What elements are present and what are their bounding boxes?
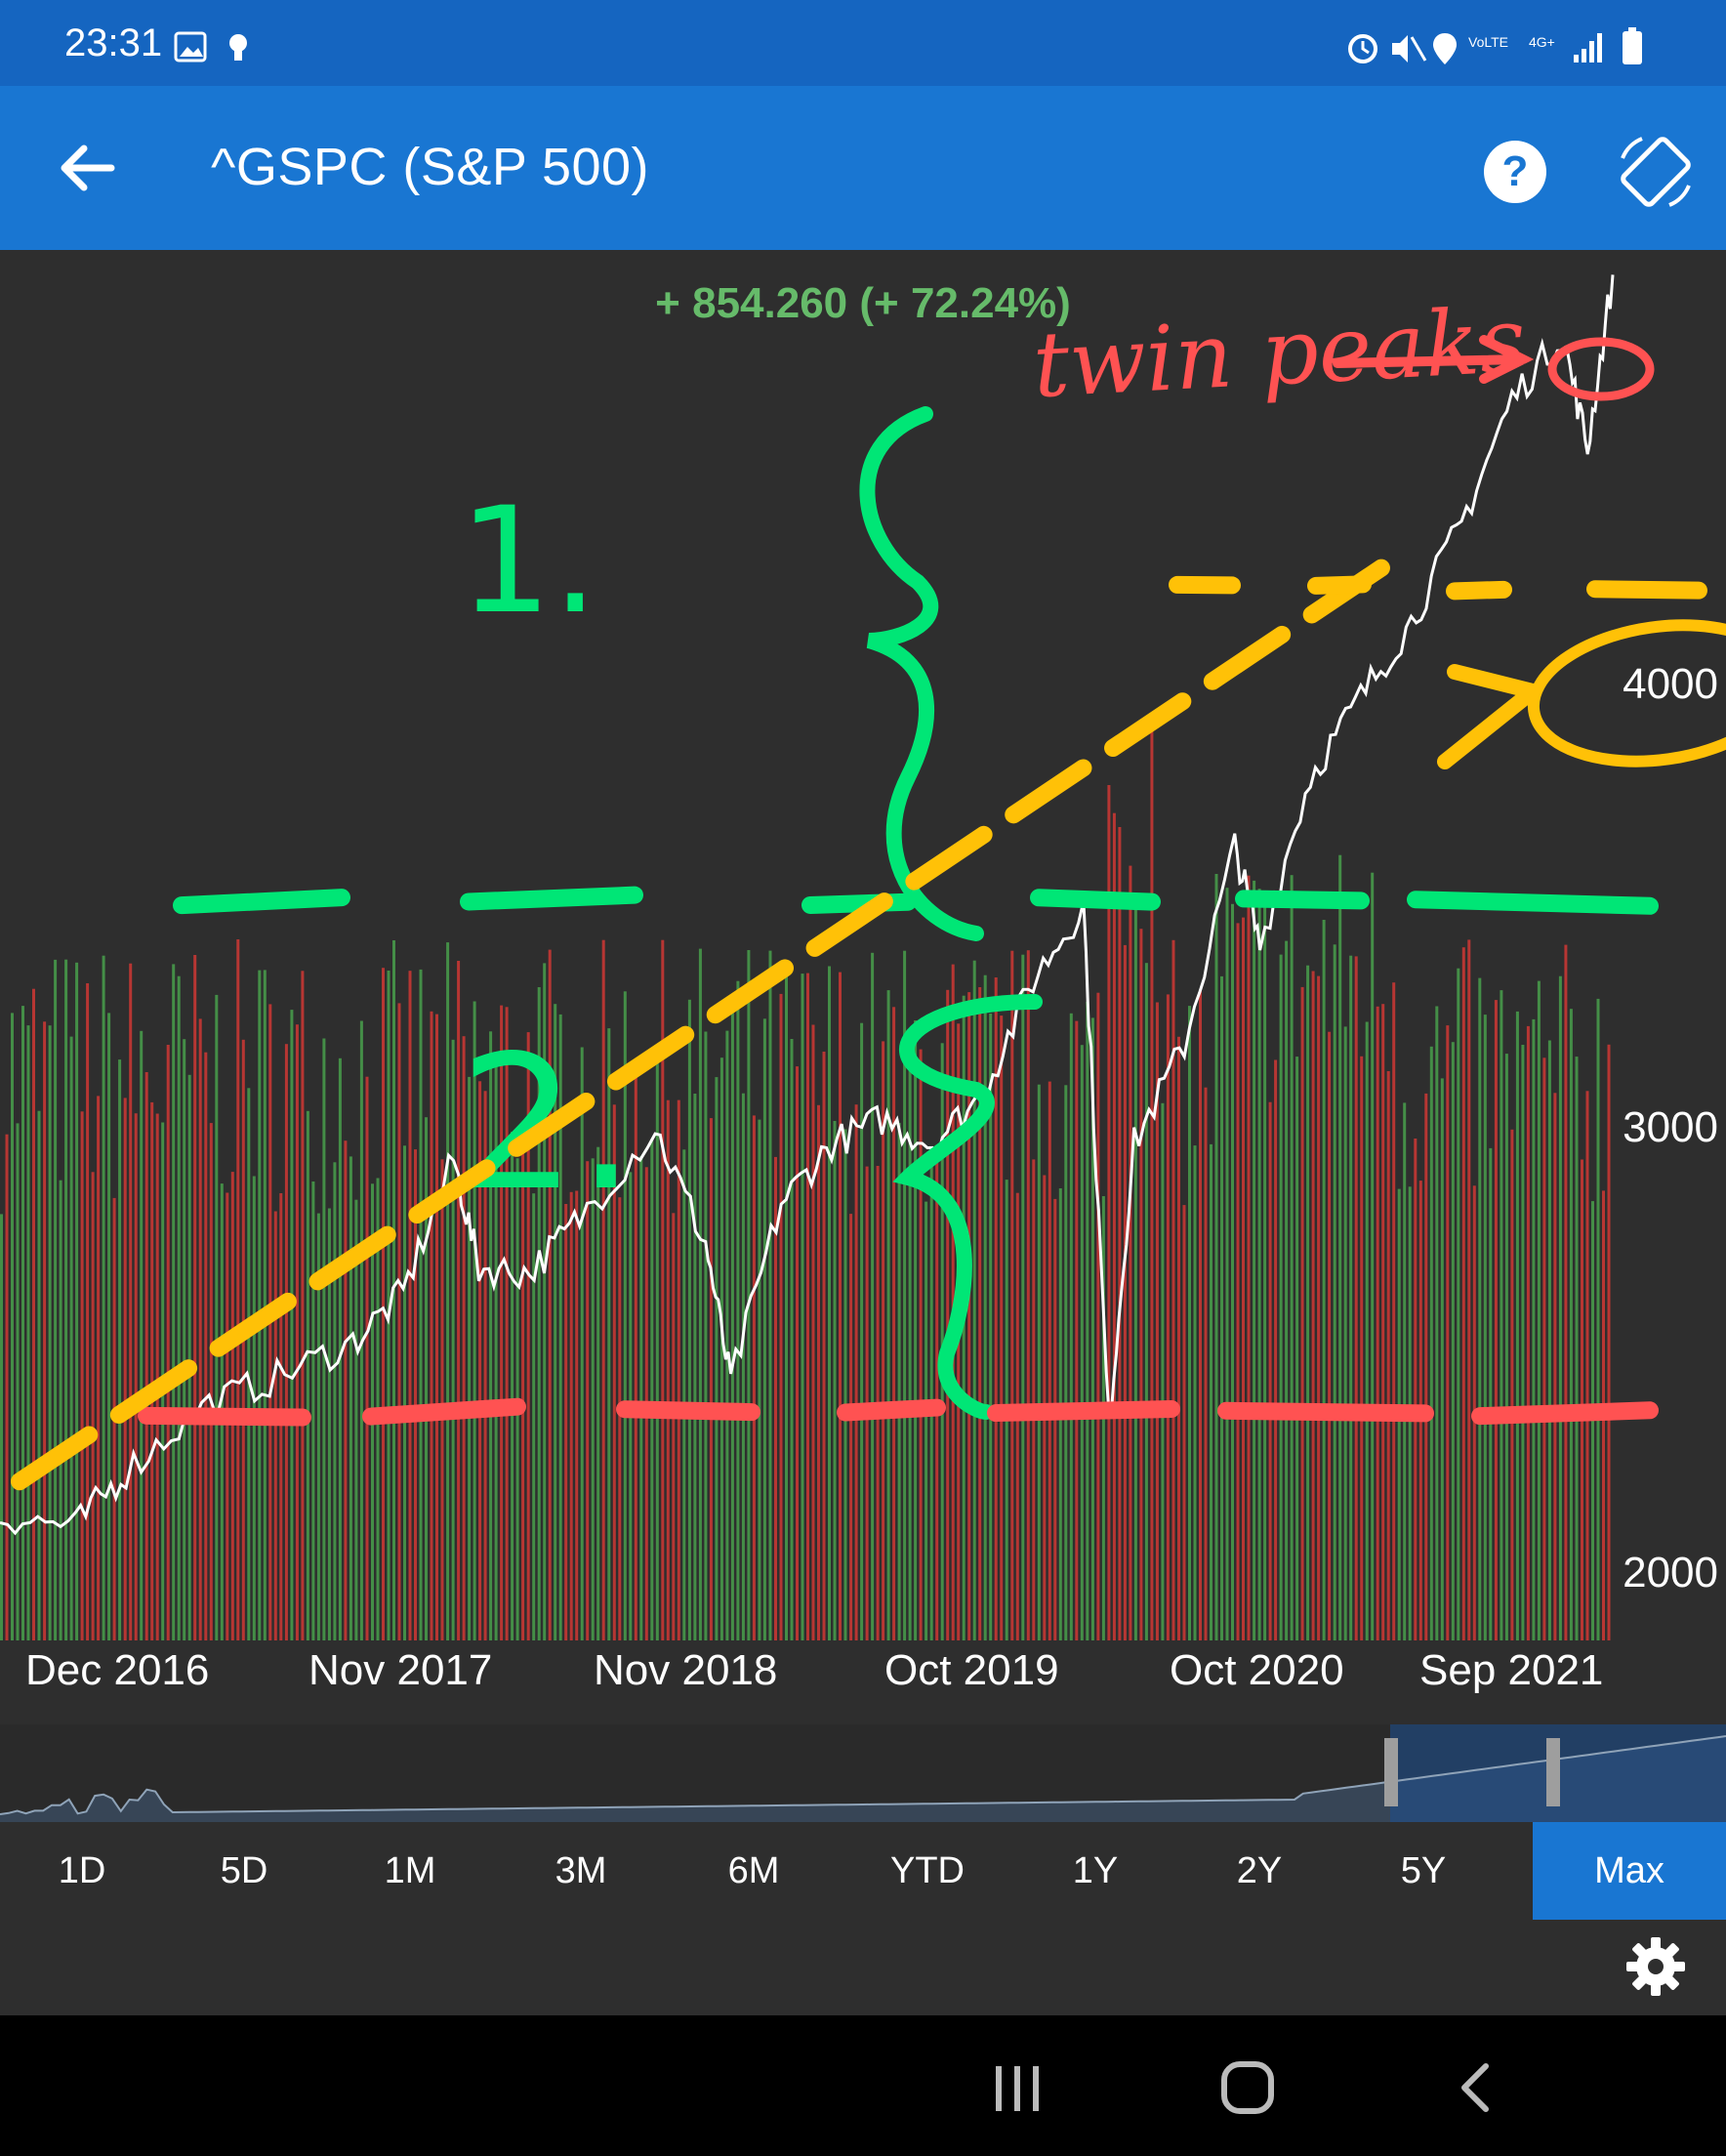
annotation-overlay: twin peaks 1. 2. — [11, 288, 1726, 1491]
trendline-yellow — [706, 959, 795, 1024]
support-line-red — [987, 1399, 1180, 1423]
trendline-yellow — [308, 1225, 396, 1291]
target-arrow-annotation — [1437, 664, 1541, 769]
gear-icon[interactable] — [1624, 1935, 1687, 1998]
back-arrow-icon[interactable] — [49, 129, 127, 207]
page-title: ^GSPC (S&P 500) — [211, 138, 650, 196]
support-line-green — [173, 889, 350, 915]
back-icon[interactable] — [1447, 2058, 1505, 2117]
resistance-line-yellow — [1586, 580, 1707, 600]
support-line-green — [460, 886, 643, 911]
volte-icon: VoLTE — [1468, 34, 1508, 50]
range-button-1d[interactable]: 1D — [33, 1822, 131, 1920]
system-nav-bar — [0, 2015, 1726, 2156]
range-selector: 1D 5D 1M 3M 6M YTD 1Y 2Y 5Y Max — [0, 1822, 1726, 1920]
range-button-6m[interactable]: 6M — [705, 1822, 802, 1920]
system-status-icons: VoLTE 4G+ — [1348, 27, 1642, 64]
lightbulb-icon — [229, 34, 247, 52]
svg-text:?: ? — [1502, 147, 1529, 195]
mute-icon — [1392, 35, 1408, 62]
support-line-green — [801, 892, 917, 914]
range-button-5d[interactable]: 5D — [195, 1822, 293, 1920]
range-button-3m[interactable]: 3M — [532, 1822, 630, 1920]
trendline-yellow — [1104, 692, 1192, 758]
trendline-yellow — [209, 1292, 297, 1357]
twin-peaks-annotation: twin peaks — [1031, 288, 1529, 418]
range-button-2y[interactable]: 2Y — [1211, 1822, 1308, 1920]
trendline-yellow — [1203, 625, 1292, 690]
battery-icon — [1623, 31, 1642, 64]
support-line-green — [1407, 891, 1659, 915]
marker-1-annotation: 1. — [459, 477, 598, 646]
support-line-red — [1217, 1401, 1434, 1423]
recent-apps-icon[interactable] — [988, 2058, 1047, 2117]
app-bar: ^GSPC (S&P 500) ? — [0, 86, 1726, 250]
support-line-red — [362, 1397, 526, 1426]
navigator-left-handle — [1384, 1738, 1398, 1806]
trendline-yellow — [1005, 759, 1092, 824]
range-button-5y[interactable]: 5Y — [1375, 1822, 1472, 1920]
support-line-green — [1030, 889, 1161, 911]
support-line-red — [837, 1398, 946, 1422]
trendline-yellow — [11, 1426, 99, 1491]
help-icon[interactable]: ? — [1480, 137, 1550, 207]
range-button-1y[interactable]: 1Y — [1047, 1822, 1144, 1920]
support-line-green — [1235, 890, 1370, 910]
target-circle-annotation — [1527, 619, 1726, 767]
resistance-line-yellow — [1307, 575, 1372, 595]
network-4g-icon: 4G+ — [1529, 34, 1555, 50]
home-icon[interactable] — [1218, 2058, 1277, 2117]
support-line-red — [138, 1406, 311, 1427]
status-bar: 23:31 VoLTE 4G+ — [0, 0, 1726, 86]
range-navigator[interactable] — [0, 1724, 1726, 1822]
range-button-1m[interactable]: 1M — [361, 1822, 459, 1920]
notification-icons — [174, 31, 247, 62]
support-line-red — [616, 1400, 760, 1422]
range-button-max[interactable]: Max — [1533, 1822, 1726, 1920]
support-line-red — [1471, 1401, 1659, 1426]
navigator-right-handle — [1546, 1738, 1560, 1806]
peak-circle-annotation — [1547, 337, 1655, 401]
brace-2-annotation — [892, 994, 1043, 1420]
location-icon — [1433, 33, 1457, 64]
range-button-ytd[interactable]: YTD — [879, 1822, 976, 1920]
chart-area[interactable]: + 854.260 (+ 72.24%) 4000 3000 2000 Dec … — [0, 250, 1726, 1822]
signal-icon — [1574, 55, 1579, 62]
resistance-line-yellow — [1446, 580, 1512, 601]
screen-rotate-icon[interactable] — [1613, 129, 1699, 215]
trendline-yellow — [905, 825, 993, 891]
status-time: 23:31 — [64, 21, 163, 64]
